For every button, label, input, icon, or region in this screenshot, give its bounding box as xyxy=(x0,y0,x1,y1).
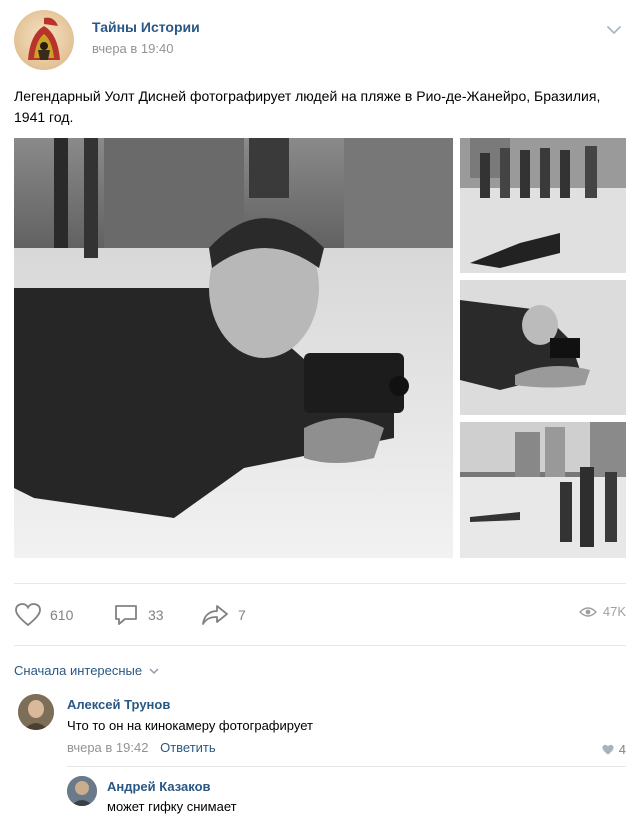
heart-icon xyxy=(15,603,41,627)
views-counter: 47K xyxy=(578,604,626,619)
heart-icon xyxy=(602,744,614,755)
post-text: Легендарный Уолт Дисней фотографирует лю… xyxy=(14,88,601,125)
share-button[interactable]: 7 xyxy=(200,602,246,628)
group-avatar[interactable] xyxy=(14,10,74,70)
photo-beach-buildings[interactable] xyxy=(460,422,626,558)
comment-text: может гифку снимает xyxy=(107,799,237,814)
photo-main[interactable] xyxy=(14,138,453,558)
like-button[interactable]: 610 xyxy=(14,602,73,628)
comment-text: Что то он на кинокамеру фотографирует xyxy=(67,718,313,733)
comment-icon xyxy=(115,605,137,625)
group-name[interactable]: Тайны Истории xyxy=(92,19,200,35)
comments-sort-dropdown[interactable]: Сначала интересные xyxy=(14,663,159,678)
shares-count: 7 xyxy=(238,607,246,623)
share-icon xyxy=(202,605,228,625)
comments-divider xyxy=(14,645,626,646)
reply-button[interactable]: Ответить xyxy=(160,740,216,755)
comment-meta: вчера в 19:42 Ответить xyxy=(67,740,216,755)
likes-count: 610 xyxy=(50,607,74,623)
photo-lying[interactable] xyxy=(460,280,626,415)
post-header: Тайны Истории вчера в 19:40 xyxy=(14,10,626,70)
actions-divider xyxy=(14,583,626,584)
comment-like-button[interactable]: 4 xyxy=(601,742,626,757)
eye-icon xyxy=(578,606,597,617)
comment-divider xyxy=(67,766,626,767)
comment-author[interactable]: Алексей Трунов xyxy=(67,697,170,712)
chevron-down-icon[interactable] xyxy=(606,24,622,36)
comment-author[interactable]: Андрей Казаков xyxy=(107,779,211,794)
avatar[interactable] xyxy=(67,776,97,806)
photo-crowd[interactable] xyxy=(460,138,626,273)
chevron-down-icon xyxy=(149,668,159,674)
comment-button[interactable]: 33 xyxy=(112,602,164,628)
comments-sort-label: Сначала интересные xyxy=(14,663,143,678)
comment-likes-count: 4 xyxy=(618,742,626,757)
post-time[interactable]: вчера в 19:40 xyxy=(92,41,173,56)
avatar[interactable] xyxy=(18,694,54,730)
comments-count: 33 xyxy=(148,607,164,623)
views-count: 47K xyxy=(602,604,626,619)
comment-time[interactable]: вчера в 19:42 xyxy=(67,740,148,755)
